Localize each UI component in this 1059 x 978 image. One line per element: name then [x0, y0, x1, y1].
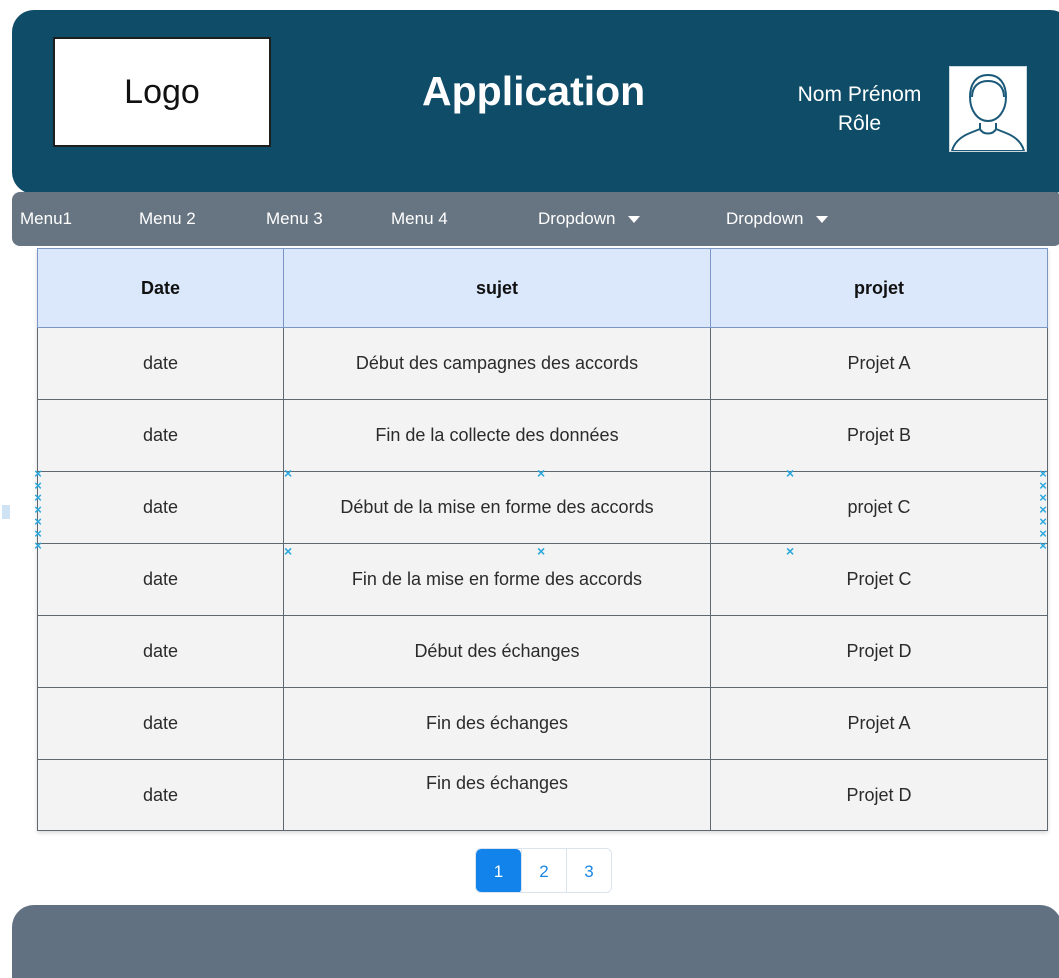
cell-projet: Projet A [710, 327, 1048, 400]
selection-handle-stack-right[interactable]: × × × × × × × [1037, 467, 1049, 552]
nav-dropdown-1[interactable]: Dropdown [538, 192, 640, 246]
user-name: Nom Prénom [797, 83, 922, 106]
cell-projet: Projet A [710, 687, 1048, 760]
nav-item-menu3[interactable]: Menu 3 [266, 192, 323, 246]
cell-sujet: Début des campagnes des accords [283, 327, 711, 400]
user-avatar-icon[interactable] [949, 66, 1027, 152]
cell-date: date [37, 327, 284, 400]
nav-label: Menu 2 [139, 209, 196, 228]
cell-sujet-text: Fin des échanges [425, 772, 569, 793]
cell-date: date [37, 615, 284, 688]
avatar-silhouette [950, 73, 1026, 151]
table-row[interactable]: date Fin de la mise en forme des accords… [37, 543, 1048, 616]
cell-sujet: Fin des échanges [283, 759, 711, 831]
side-indicator [2, 505, 10, 519]
user-role: Rôle [837, 112, 882, 135]
page-button-1[interactable]: 1 [476, 849, 521, 892]
page: Logo Application Nom Prénom Rôle Menu1 M… [0, 0, 1059, 978]
logo[interactable]: Logo [53, 37, 271, 147]
nav-item-menu1[interactable]: Menu1 [20, 192, 72, 246]
table-row-selected[interactable]: date Début de la mise en forme des accor… [37, 471, 1048, 544]
app-header: Logo Application Nom Prénom Rôle [12, 10, 1059, 194]
table-row[interactable]: date Début des échanges Projet D [37, 615, 1048, 688]
cell-date: date [37, 471, 284, 544]
cell-sujet: Fin des échanges [283, 687, 711, 760]
cell-date: date [37, 543, 284, 616]
cell-sujet: Fin de la collecte des données [283, 399, 711, 472]
cell-sujet: Début des échanges [283, 615, 711, 688]
column-header-projet[interactable]: projet [710, 248, 1048, 328]
cell-projet: Projet D [710, 759, 1048, 831]
nav-item-menu4[interactable]: Menu 4 [391, 192, 448, 246]
nav-item-menu2[interactable]: Menu 2 [139, 192, 196, 246]
table-header-row: Date sujet projet [37, 248, 1048, 328]
nav-label: Menu1 [20, 209, 72, 228]
table-row[interactable]: date Fin des échanges Projet D [37, 759, 1048, 831]
cell-date: date [37, 687, 284, 760]
cell-projet: Projet B [710, 399, 1048, 472]
column-header-date[interactable]: Date [37, 248, 284, 328]
cell-date: date [37, 399, 284, 472]
cell-date: date [37, 759, 284, 831]
page-button-3[interactable]: 3 [566, 849, 611, 892]
page-button-2[interactable]: 2 [521, 849, 566, 892]
table-row[interactable]: date Fin des échanges Projet A [37, 687, 1048, 760]
nav-label: Dropdown [538, 209, 616, 228]
nav-dropdown-2[interactable]: Dropdown [726, 192, 828, 246]
nav-label: Dropdown [726, 209, 804, 228]
table-row[interactable]: date Début des campagnes des accords Pro… [37, 327, 1048, 400]
cell-sujet: Début de la mise en forme des accords [283, 471, 711, 544]
user-info: Nom Prénom Rôle [772, 80, 947, 138]
main-nav: Menu1 Menu 2 Menu 3 Menu 4 Dropdown Drop… [12, 192, 1059, 246]
column-header-sujet[interactable]: sujet [283, 248, 711, 328]
selection-handle-stack-left[interactable]: × × × × × × × [32, 467, 44, 552]
app-footer [12, 905, 1059, 978]
caret-down-icon [627, 215, 640, 223]
caret-down-icon [815, 215, 828, 223]
pagination: 1 2 3 [475, 848, 612, 893]
nav-label: Menu 3 [266, 209, 323, 228]
table-row[interactable]: date Fin de la collecte des données Proj… [37, 399, 1048, 472]
cell-sujet: Fin de la mise en forme des accords [283, 543, 711, 616]
cell-projet: Projet C [710, 543, 1048, 616]
cell-projet: projet C [710, 471, 1048, 544]
logo-label: Logo [124, 72, 200, 111]
cell-projet: Projet D [710, 615, 1048, 688]
app-title: Application [422, 68, 646, 114]
nav-label: Menu 4 [391, 209, 448, 228]
data-table: Date sujet projet date Début des campagn… [37, 248, 1048, 831]
